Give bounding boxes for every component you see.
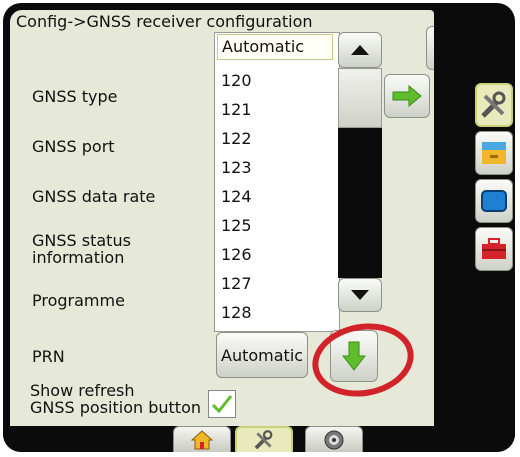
check-icon [211,395,233,414]
page-title: Config->GNSS receiver configuration [16,12,313,31]
list-item[interactable]: 128 [221,303,252,322]
list-item[interactable]: 124 [221,187,252,206]
label-gnss-data-rate: GNSS data rate [32,187,156,206]
config-panel: Config->GNSS receiver configuration GNSS… [10,10,434,426]
list-item[interactable]: 123 [221,158,252,177]
target-icon [324,430,344,449]
list-item[interactable]: 122 [221,129,252,148]
side-tab-toolbox[interactable] [475,227,513,271]
back-button[interactable] [426,26,434,70]
label-gnss-type: GNSS type [32,87,118,106]
tab-home[interactable] [173,426,231,452]
side-tab-storage[interactable] [475,131,513,175]
right-arrow-icon [392,85,422,107]
dropdown-selected-text: Automatic [222,37,305,56]
device-screen: Config->GNSS receiver configuration GNSS… [3,3,515,452]
prn-select-field[interactable]: Automatic [216,332,308,378]
list-item[interactable]: 125 [221,216,252,235]
label-gnss-status-info: GNSS status information [32,231,131,267]
prn-dropdown-list[interactable]: Automatic 120 121 122 123 124 125 126 12… [214,32,340,332]
tab-gnss[interactable] [305,426,363,452]
list-item[interactable]: 120 [221,71,252,90]
up-triangle-icon [351,45,369,55]
toolbox-icon [482,238,506,259]
file-drawer-icon [482,142,506,164]
dropdown-scroll-track[interactable] [338,128,382,278]
dropdown-scroll-thumb[interactable] [338,68,382,128]
list-item[interactable]: 126 [221,245,252,264]
label-programme: Programme [32,291,125,310]
dropdown-scroll-up-button[interactable] [338,32,382,68]
side-tab-display[interactable] [475,179,513,223]
list-item[interactable]: 127 [221,274,252,293]
list-item[interactable]: 121 [221,100,252,119]
tools-icon [481,91,506,118]
apply-arrow-button[interactable] [384,74,430,118]
label-gnss-port: GNSS port [32,137,115,156]
screen-icon [481,190,507,212]
prn-value: Automatic [221,346,304,365]
tools-icon [254,430,273,450]
down-triangle-icon [351,290,369,300]
tab-config[interactable] [235,426,293,452]
bottom-tab-bar [3,426,515,452]
undo-arrow-icon [433,33,434,63]
home-icon [191,429,213,449]
side-tab-tools[interactable] [475,83,513,127]
label-prn: PRN [32,347,65,366]
dropdown-scroll-down-button[interactable] [338,278,382,312]
dropdown-selected-item[interactable]: Automatic [217,34,333,60]
show-refresh-checkbox[interactable] [208,390,236,418]
label-show-refresh: Show refresh GNSS position button [30,381,201,417]
